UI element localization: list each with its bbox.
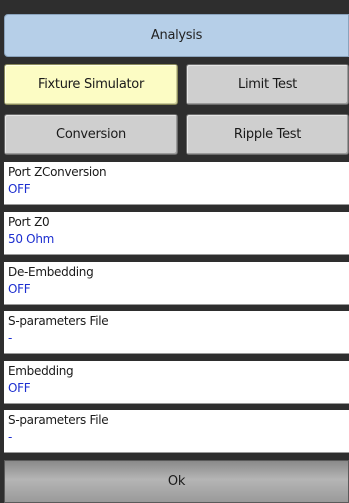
analysis-panel: Analysis Fixture Simulator Limit Test Co… xyxy=(0,0,349,503)
field-label: De-Embedding xyxy=(8,265,94,279)
port-zconversion-field[interactable]: Port ZConversion OFF xyxy=(4,162,349,205)
panel-title: Analysis xyxy=(4,14,349,57)
de-embedding-s-parameters-file-field[interactable]: S-parameters File - xyxy=(4,311,349,354)
ripple-test-button[interactable]: Ripple Test xyxy=(186,114,349,155)
field-value: - xyxy=(8,331,13,345)
conversion-button[interactable]: Conversion xyxy=(4,114,178,155)
field-label: S-parameters File xyxy=(8,314,109,328)
port-z0-field[interactable]: Port Z0 50 Ohm xyxy=(4,212,349,255)
field-label: Embedding xyxy=(8,364,74,378)
fixture-simulator-button[interactable]: Fixture Simulator xyxy=(4,64,178,105)
ok-button[interactable]: Ok xyxy=(4,460,349,503)
field-value: - xyxy=(8,430,13,444)
de-embedding-field[interactable]: De-Embedding OFF xyxy=(4,262,349,305)
field-value: OFF xyxy=(8,282,31,296)
field-value: 50 Ohm xyxy=(8,232,55,246)
field-value: OFF xyxy=(8,182,31,196)
field-label: Port Z0 xyxy=(8,215,50,229)
embedding-field[interactable]: Embedding OFF xyxy=(4,361,349,404)
embedding-s-parameters-file-field[interactable]: S-parameters File - xyxy=(4,410,349,453)
limit-test-button[interactable]: Limit Test xyxy=(186,64,349,105)
field-label: S-parameters File xyxy=(8,413,109,427)
field-value: OFF xyxy=(8,381,31,395)
field-label: Port ZConversion xyxy=(8,165,107,179)
